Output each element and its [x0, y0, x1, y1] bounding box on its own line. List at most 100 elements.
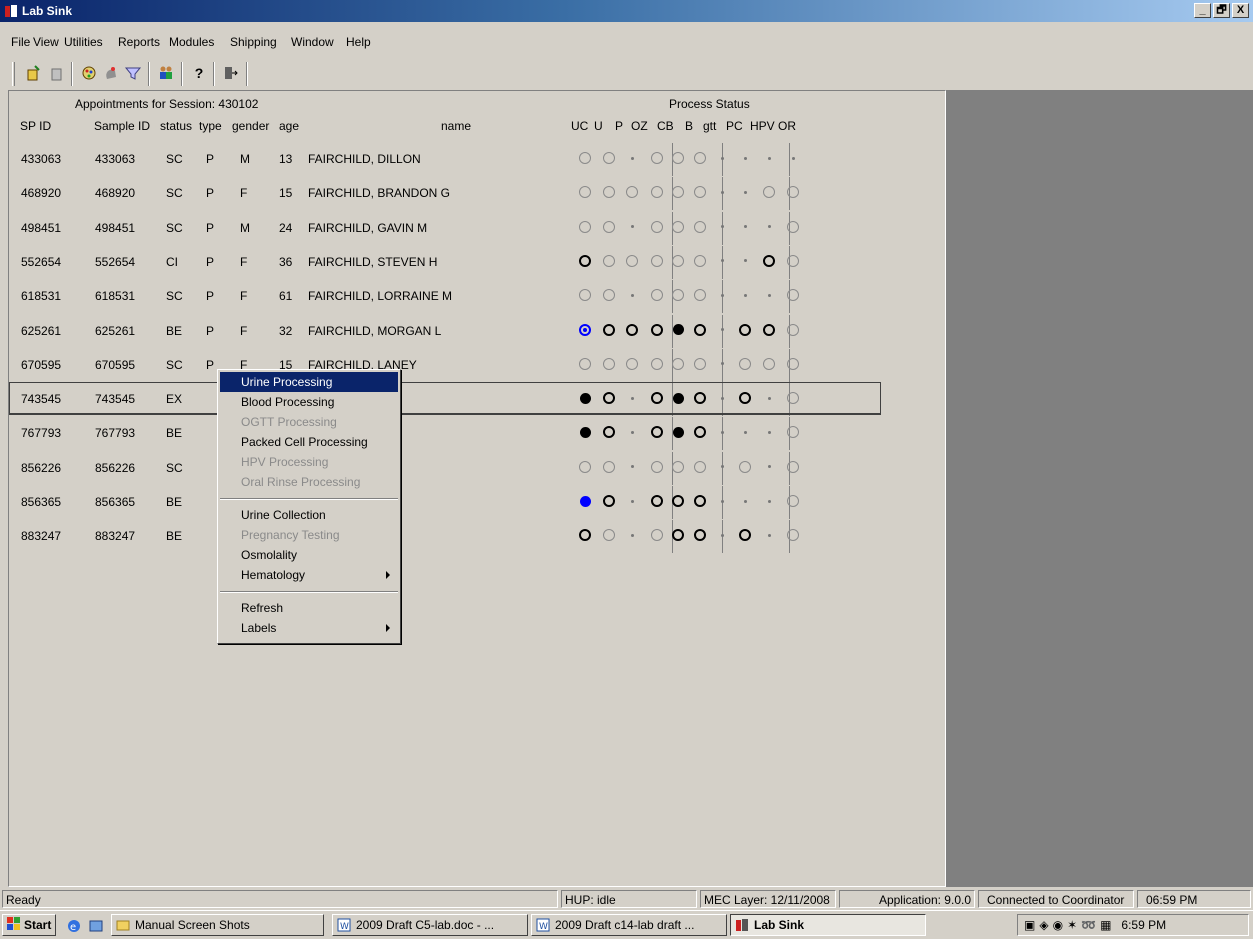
menu-file[interactable]: File	[11, 35, 30, 49]
status-p-icon	[625, 151, 639, 165]
table-row[interactable]: 552654 552654 CI P F 36 FAIRCHILD, STEVEN H	[9, 245, 946, 279]
table-row[interactable]: 856365856365BED, SIMON	[9, 486, 946, 519]
col-gender[interactable]: gender	[232, 119, 269, 133]
antivirus-icon[interactable]: ◈	[1039, 918, 1048, 932]
cell-gender: F	[240, 186, 248, 201]
table-row[interactable]: 433063 433063 SC P M 13 FAIRCHILD, DILLON	[9, 143, 946, 176]
word-doc-icon: W	[337, 918, 351, 932]
menu-reports[interactable]: Reports	[118, 35, 160, 49]
security-icon[interactable]: ✶	[1067, 918, 1077, 932]
col-b: B	[685, 119, 694, 133]
cell-age: 32	[279, 323, 293, 338]
cell-sp-id: 618531	[21, 289, 62, 304]
col-name[interactable]: name	[441, 119, 471, 133]
status-u-icon	[602, 425, 616, 439]
context-menu: Urine Processing Blood Processing OGTT P…	[217, 369, 401, 644]
menu-item-packed-cell-processing[interactable]: Packed Cell Processing	[220, 432, 398, 452]
palette-icon[interactable]	[78, 62, 100, 84]
menu-item-refresh[interactable]: Refresh	[220, 598, 398, 618]
close-button[interactable]: X	[1232, 3, 1249, 18]
status-cb-icon	[671, 151, 685, 165]
status-pc-icon	[738, 323, 752, 337]
col-age[interactable]: age	[279, 119, 299, 133]
table-row[interactable]: 856226856226SCD, WILLIAM Y	[9, 451, 946, 485]
status-gtt-icon	[715, 220, 729, 234]
ie-icon[interactable]: e	[66, 918, 82, 937]
menu-item-hematology[interactable]: Hematology	[220, 565, 398, 585]
maximize-button[interactable]: 🗗	[1213, 3, 1230, 18]
task-label: Manual Screen Shots	[135, 918, 250, 932]
minimize-button[interactable]: _	[1194, 3, 1211, 18]
cell-name: FAIRCHILD, LORRAINE M	[308, 289, 453, 304]
cell-sp-id: 468920	[21, 186, 62, 201]
table-row[interactable]: 670595 670595 SC P F 15 FAIRCHILD, LANEY	[9, 348, 946, 382]
col-sample-id[interactable]: Sample ID	[94, 119, 150, 133]
status-or-icon	[786, 151, 800, 165]
svg-text:W: W	[340, 922, 349, 932]
table-row[interactable]: 468920 468920 SC P F 15 FAIRCHILD, BRANDON G	[9, 177, 946, 211]
status-p-icon	[625, 460, 639, 474]
volume-icon[interactable]: ◉	[1053, 918, 1063, 932]
menu-item-urine-collection[interactable]: Urine Collection	[220, 505, 398, 525]
menu-shipping[interactable]: Shipping	[230, 35, 277, 49]
table-row[interactable]: 883247883247BED, AUSTIN J	[9, 520, 946, 554]
cell-sample-id: 856365	[95, 495, 136, 509]
table-row[interactable]: 618531 618531 SC P F 61 FAIRCHILD, LORRAINE M	[9, 280, 946, 314]
start-button[interactable]: Start	[2, 914, 56, 936]
people-icon[interactable]	[155, 62, 177, 84]
help-icon[interactable]: ?	[188, 62, 210, 84]
menu-item-blood-processing[interactable]: Blood Processing	[220, 392, 398, 412]
status-oz-icon	[650, 528, 664, 542]
table-row[interactable]: 498451 498451 SC P M 24 FAIRCHILD, GAVIN M	[9, 211, 946, 245]
menu-help[interactable]: Help	[346, 35, 371, 49]
task-manual-screen-shots[interactable]: Manual Screen Shots	[111, 914, 324, 936]
tray-app-icon[interactable]: ▦	[1100, 918, 1111, 932]
col-status[interactable]: status	[160, 119, 192, 133]
menu-utilities[interactable]: Utilities	[64, 35, 103, 49]
cell-name: FAIRCHILD, GAVIN M	[308, 220, 428, 235]
status-u-icon	[602, 323, 616, 337]
network-icon[interactable]: ▣	[1024, 918, 1035, 932]
app-icon	[4, 4, 18, 18]
funnel-icon[interactable]	[122, 62, 144, 84]
task-c14-doc[interactable]: W 2009 Draft c14-lab draft ...	[531, 914, 727, 936]
new-icon[interactable]	[23, 62, 45, 84]
menu-view[interactable]: View	[33, 35, 59, 49]
status-cb-icon	[671, 460, 685, 474]
status-uc-icon	[578, 357, 592, 371]
status-gtt-icon	[715, 185, 729, 199]
cell-type: P	[206, 152, 215, 166]
toolbar-grip[interactable]	[12, 62, 15, 86]
status-hpv-icon	[762, 288, 776, 302]
status-bar: Ready HUP: idle MEC Layer: 12/11/2008 Ap…	[0, 888, 1253, 910]
status-hpv-icon	[762, 185, 776, 199]
status-cb-icon	[671, 220, 685, 234]
clock[interactable]: 6:59 PM	[1121, 918, 1166, 932]
update-icon[interactable]: ➿	[1081, 918, 1096, 932]
status-or-icon	[786, 425, 800, 439]
table-row[interactable]: 625261 625261 BE P F 32 FAIRCHILD, MORGAN L	[9, 314, 946, 348]
task-c5-doc[interactable]: W 2009 Draft C5-lab.doc - ...	[332, 914, 528, 936]
title-bar[interactable]: Lab Sink _ 🗗 X	[0, 0, 1253, 22]
status-cb-icon	[671, 357, 685, 371]
menu-window[interactable]: Window	[291, 35, 334, 49]
hand-icon[interactable]	[100, 62, 122, 84]
status-or-icon	[786, 288, 800, 302]
status-gtt-icon	[715, 254, 729, 268]
status-oz-icon	[650, 254, 664, 268]
exit-icon[interactable]	[219, 62, 241, 84]
table-row[interactable]: 767793767793BED, JASON	[9, 417, 946, 451]
open-icon[interactable]	[46, 62, 68, 84]
menu-modules[interactable]: Modules	[169, 35, 214, 49]
menu-item-osmolality[interactable]: Osmolality	[220, 545, 398, 565]
status-p-icon	[625, 323, 639, 337]
browser-icon[interactable]	[88, 918, 104, 937]
task-lab-sink[interactable]: Lab Sink	[730, 914, 926, 936]
status-pc-icon	[738, 151, 752, 165]
col-type[interactable]: type	[199, 119, 222, 133]
cell-gender: M	[240, 220, 250, 235]
menu-item-labels[interactable]: Labels	[220, 618, 398, 638]
col-sp-id[interactable]: SP ID	[20, 119, 51, 133]
menu-item-urine-processing[interactable]: Urine Processing	[220, 372, 398, 392]
status-pc-icon	[738, 254, 752, 268]
